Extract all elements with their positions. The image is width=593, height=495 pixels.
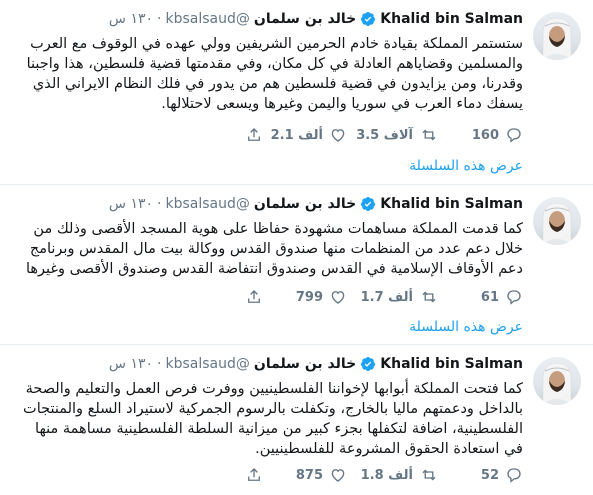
- retweet-icon: [422, 291, 436, 303]
- author-name[interactable]: Khalid bin Salman: [380, 195, 523, 213]
- separator-dot: ·: [157, 11, 162, 27]
- reply-count: 52: [480, 467, 499, 483]
- tweet-time[interactable]: ١٣٠ س: [109, 195, 153, 213]
- tweet-time[interactable]: ١٣٠ س: [109, 10, 153, 28]
- reply-button[interactable]: 52: [439, 466, 523, 484]
- reply-count: 160: [471, 127, 499, 143]
- tweet-header: Khalid bin Salman خالد بن سلمان @kbsalsa…: [109, 195, 523, 213]
- share-button[interactable]: [223, 466, 263, 484]
- avatar-image: [541, 362, 573, 405]
- author-name-arabic[interactable]: خالد بن سلمان: [254, 355, 356, 373]
- retweet-button[interactable]: 1.8 ألف: [347, 466, 439, 484]
- like-button[interactable]: 875: [263, 466, 347, 484]
- tweet-text: كما قدمت المملكة مساهمات مشهودة حفاظا عل…: [25, 221, 523, 277]
- tweet-header: Khalid bin Salman خالد بن سلمان @kbsalsa…: [109, 10, 523, 28]
- retweet-icon: [422, 129, 436, 141]
- retweet-button[interactable]: 3.5 آلاف: [347, 126, 439, 144]
- author-name-arabic[interactable]: خالد بن سلمان: [254, 195, 356, 213]
- heart-icon: [331, 469, 345, 482]
- reply-button[interactable]: 61: [439, 288, 523, 306]
- retweet-icon: [422, 469, 436, 481]
- retweet-count: 1.8 ألف: [360, 467, 413, 483]
- like-button[interactable]: 799: [263, 288, 347, 306]
- verified-icon: [360, 196, 376, 212]
- verified-icon: [360, 11, 376, 27]
- avatar-image: [541, 202, 573, 245]
- like-count: 799: [295, 289, 323, 305]
- author-handle[interactable]: @kbsalsaud: [165, 355, 249, 373]
- avatar[interactable]: [533, 197, 581, 245]
- reply-icon: [507, 468, 521, 483]
- tweet-time[interactable]: ١٣٠ س: [109, 355, 153, 373]
- show-thread-link[interactable]: عرض هذه السلسلة: [409, 319, 523, 335]
- timeline: Khalid bin Salman خالد بن سلمان @kbsalsa…: [0, 0, 593, 495]
- retweet-count: 3.5 آلاف: [356, 127, 413, 143]
- tweet-actions: 61 1.7 ألف 799: [223, 287, 523, 307]
- avatar[interactable]: [533, 12, 581, 60]
- avatar[interactable]: [533, 357, 581, 405]
- author-name-arabic[interactable]: خالد بن سلمان: [254, 10, 356, 28]
- tweet-actions: 160 3.5 آلاف 2.1 ألف: [223, 125, 523, 145]
- separator-dot: ·: [157, 356, 162, 372]
- tweet-actions: 52 1.8 ألف 875: [223, 465, 523, 485]
- show-thread-link[interactable]: عرض هذه السلسلة: [409, 158, 523, 174]
- share-button[interactable]: [223, 126, 263, 144]
- retweet-count: 1.7 ألف: [360, 289, 413, 305]
- like-count: 2.1 ألف: [270, 127, 323, 143]
- tweet-header: Khalid bin Salman خالد بن سلمان @kbsalsa…: [109, 355, 523, 373]
- retweet-button[interactable]: 1.7 ألف: [347, 288, 439, 306]
- share-icon: [248, 128, 260, 141]
- reply-count: 61: [480, 289, 499, 305]
- tweet-text: كما فتحت المملكة أبوابها لإخواننا الفلسط…: [23, 381, 523, 457]
- share-icon: [248, 468, 260, 481]
- share-button[interactable]: [223, 288, 263, 306]
- reply-icon: [507, 290, 521, 305]
- heart-icon: [331, 291, 345, 304]
- author-name[interactable]: Khalid bin Salman: [380, 355, 523, 373]
- tweet-text: ستستمر المملكة بقيادة خادم الحرمين الشري…: [26, 36, 523, 112]
- tweet[interactable]: Khalid bin Salman خالد بن سلمان @kbsalsa…: [0, 185, 593, 345]
- author-handle[interactable]: @kbsalsaud: [165, 195, 249, 213]
- author-handle[interactable]: @kbsalsaud: [165, 10, 249, 28]
- reply-icon: [507, 128, 521, 143]
- like-button[interactable]: 2.1 ألف: [263, 126, 347, 144]
- heart-icon: [331, 129, 345, 142]
- share-icon: [248, 290, 260, 303]
- tweet[interactable]: Khalid bin Salman خالد بن سلمان @kbsalsa…: [0, 0, 593, 185]
- verified-icon: [360, 356, 376, 372]
- tweet[interactable]: Khalid bin Salman خالد بن سلمان @kbsalsa…: [0, 345, 593, 495]
- reply-button[interactable]: 160: [439, 126, 523, 144]
- author-name[interactable]: Khalid bin Salman: [380, 10, 523, 28]
- like-count: 875: [295, 467, 323, 483]
- avatar-image: [541, 17, 573, 60]
- separator-dot: ·: [157, 196, 162, 212]
